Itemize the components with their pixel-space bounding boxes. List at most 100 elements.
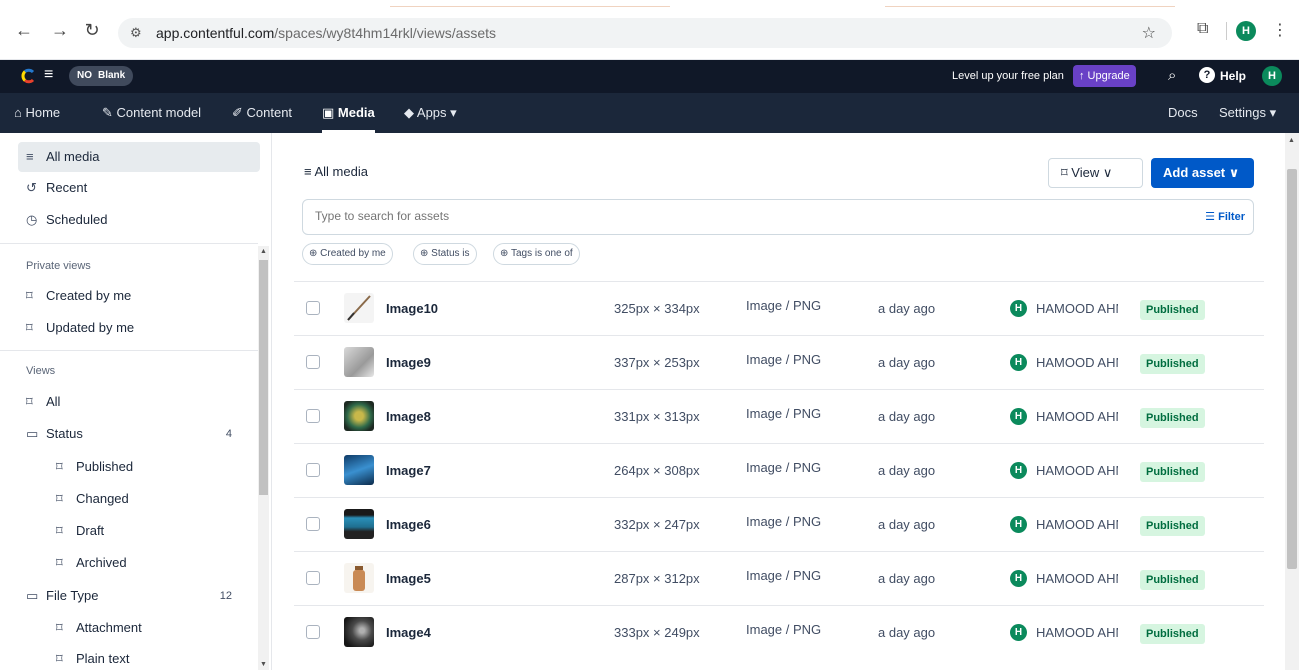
bookmark-icon: ⌑ [56, 459, 63, 474]
asset-name[interactable]: Image4 [386, 625, 431, 640]
status-badge: Published [1140, 354, 1205, 374]
asset-thumbnail[interactable] [344, 617, 374, 647]
sidebar-item-all[interactable]: ⌑ All [18, 387, 260, 417]
back-icon[interactable]: ← [14, 20, 34, 40]
asset-thumbnail[interactable] [344, 455, 374, 485]
main-scrollbar[interactable]: ▲ [1285, 133, 1299, 670]
user-avatar[interactable]: H [1262, 66, 1282, 86]
table-row[interactable]: Image7 264px × 308px Image / PNG a day a… [294, 443, 1264, 497]
main-scroll-thumb[interactable] [1287, 169, 1297, 569]
site-info-icon[interactable]: ⚙ [130, 25, 142, 41]
sidebar-item-plain-text[interactable]: ⌑ Plain text [48, 644, 260, 670]
menu-hamburger-icon[interactable]: ≡ [44, 66, 53, 84]
asset-dimensions: 325px × 334px [614, 301, 700, 316]
divider [0, 243, 258, 244]
help-icon[interactable]: ? [1199, 67, 1215, 83]
nav-home[interactable]: ⌂ Home [14, 105, 60, 125]
chip-tags-is-one-of[interactable]: ⊕ Tags is one of [493, 243, 580, 265]
asset-type: Image / PNG [746, 352, 822, 367]
row-checkbox[interactable] [306, 355, 320, 369]
nav-media[interactable]: ▣ Media [322, 105, 375, 133]
browser-profile-avatar[interactable]: H [1236, 21, 1256, 41]
sidebar-item-archived[interactable]: ⌑ Archived [48, 548, 260, 578]
file-type-count: 12 [219, 590, 232, 602]
asset-thumbnail[interactable] [344, 347, 374, 377]
scroll-up-icon[interactable]: ▲ [260, 248, 267, 255]
nav-content-model[interactable]: ✎ Content model [102, 105, 201, 125]
upgrade-button[interactable]: ↑ Upgrade [1073, 65, 1136, 87]
row-checkbox[interactable] [306, 301, 320, 315]
asset-dimensions: 332px × 247px [614, 517, 700, 532]
asset-name[interactable]: Image5 [386, 571, 431, 586]
sidebar-folder-file-type[interactable]: ▭ File Type 12 [18, 581, 260, 611]
bookmark-icon: ⌑ [26, 394, 33, 409]
extensions-icon[interactable]: ⧉ [1197, 20, 1208, 38]
asset-dimensions: 333px × 249px [614, 625, 700, 640]
asset-name[interactable]: Image7 [386, 463, 431, 478]
scroll-down-icon[interactable]: ▼ [260, 661, 267, 668]
bookmark-icon: ⌑ [1061, 165, 1072, 180]
row-checkbox[interactable] [306, 517, 320, 531]
url-text[interactable]: app.contentful.com/spaces/wy8t4hm14rkl/v… [156, 25, 496, 41]
table-row[interactable]: Image6 332px × 247px Image / PNG a day a… [294, 497, 1264, 551]
bookmark-star-icon[interactable]: ☆ [1142, 23, 1156, 43]
table-row[interactable]: Image4 333px × 249px Image / PNG a day a… [294, 605, 1264, 659]
table-row[interactable]: Image8 331px × 313px Image / PNG a day a… [294, 389, 1264, 443]
view-button[interactable]: ⌑ View ∨ [1048, 158, 1143, 188]
sidebar-folder-status[interactable]: ▭ Status 4 [18, 419, 260, 449]
asset-thumbnail[interactable] [344, 563, 374, 593]
sidebar-scroll-thumb[interactable] [259, 260, 268, 495]
wrench-icon: ✎ [102, 105, 117, 120]
table-row[interactable]: Image5 287px × 312px Image / PNG a day a… [294, 551, 1264, 605]
status-badge: Published [1140, 570, 1205, 590]
asset-author: HAMOOD AHMED [1036, 355, 1118, 370]
row-checkbox[interactable] [306, 463, 320, 477]
address-bar[interactable]: ⚙ app.contentful.com/spaces/wy8t4hm14rkl… [118, 18, 1172, 48]
asset-name[interactable]: Image8 [386, 409, 431, 424]
row-checkbox[interactable] [306, 625, 320, 639]
asset-thumbnail[interactable] [344, 293, 374, 323]
add-asset-button[interactable]: Add asset ∨ [1151, 158, 1254, 188]
asset-thumbnail[interactable] [344, 401, 374, 431]
search-bar[interactable]: ☰ Filter [302, 199, 1254, 235]
status-badge: Published [1140, 300, 1205, 320]
contentful-logo-icon[interactable] [20, 68, 36, 84]
sidebar-item-created-by-me[interactable]: ⌑ Created by me [18, 281, 260, 311]
asset-thumbnail[interactable] [344, 509, 374, 539]
sidebar-item-scheduled[interactable]: ◷ Scheduled [18, 205, 260, 235]
search-icon[interactable]: ⌕ [1168, 67, 1176, 84]
nav-settings[interactable]: Settings ▾ [1219, 105, 1276, 125]
nav-apps[interactable]: ◆ Apps ▾ [404, 105, 457, 125]
browser-menu-icon[interactable]: ⋮ [1272, 20, 1288, 40]
chip-status-is[interactable]: ⊕ Status is [413, 243, 477, 265]
sidebar-item-updated-by-me[interactable]: ⌑ Updated by me [18, 313, 260, 343]
search-input[interactable] [315, 209, 1115, 223]
space-badge: NO [77, 70, 92, 81]
asset-dimensions: 331px × 313px [614, 409, 700, 424]
scroll-up-icon[interactable]: ▲ [1288, 137, 1295, 144]
sidebar-item-attachment[interactable]: ⌑ Attachment [48, 613, 260, 643]
folder-icon: ▭ [26, 426, 39, 441]
asset-dimensions: 337px × 253px [614, 355, 700, 370]
space-switcher[interactable]: NO Blank [69, 66, 134, 86]
sidebar-item-draft[interactable]: ⌑ Draft [48, 516, 260, 546]
table-row[interactable]: Image9 337px × 253px Image / PNG a day a… [294, 335, 1264, 389]
table-row[interactable]: Image10 325px × 334px Image / PNG a day … [294, 281, 1264, 335]
sidebar-item-changed[interactable]: ⌑ Changed [48, 484, 260, 514]
sidebar-scrollbar[interactable]: ▲ ▼ [258, 246, 269, 670]
asset-name[interactable]: Image10 [386, 301, 438, 316]
sidebar-item-recent[interactable]: ↺ Recent [18, 173, 260, 203]
row-checkbox[interactable] [306, 409, 320, 423]
nav-content[interactable]: ✐ Content [232, 105, 292, 125]
filter-button[interactable]: ☰ Filter [1205, 210, 1245, 223]
asset-name[interactable]: Image9 [386, 355, 431, 370]
row-checkbox[interactable] [306, 571, 320, 585]
sidebar-item-published[interactable]: ⌑ Published [48, 452, 260, 482]
chip-created-by-me[interactable]: ⊕ Created by me [302, 243, 393, 265]
nav-docs[interactable]: Docs [1168, 105, 1198, 125]
forward-icon[interactable]: → [50, 20, 70, 40]
help-link[interactable]: Help [1220, 69, 1246, 83]
asset-name[interactable]: Image6 [386, 517, 431, 532]
sidebar-item-all-media[interactable]: ≡ All media [18, 142, 260, 172]
reload-icon[interactable]: ↻ [82, 20, 102, 40]
